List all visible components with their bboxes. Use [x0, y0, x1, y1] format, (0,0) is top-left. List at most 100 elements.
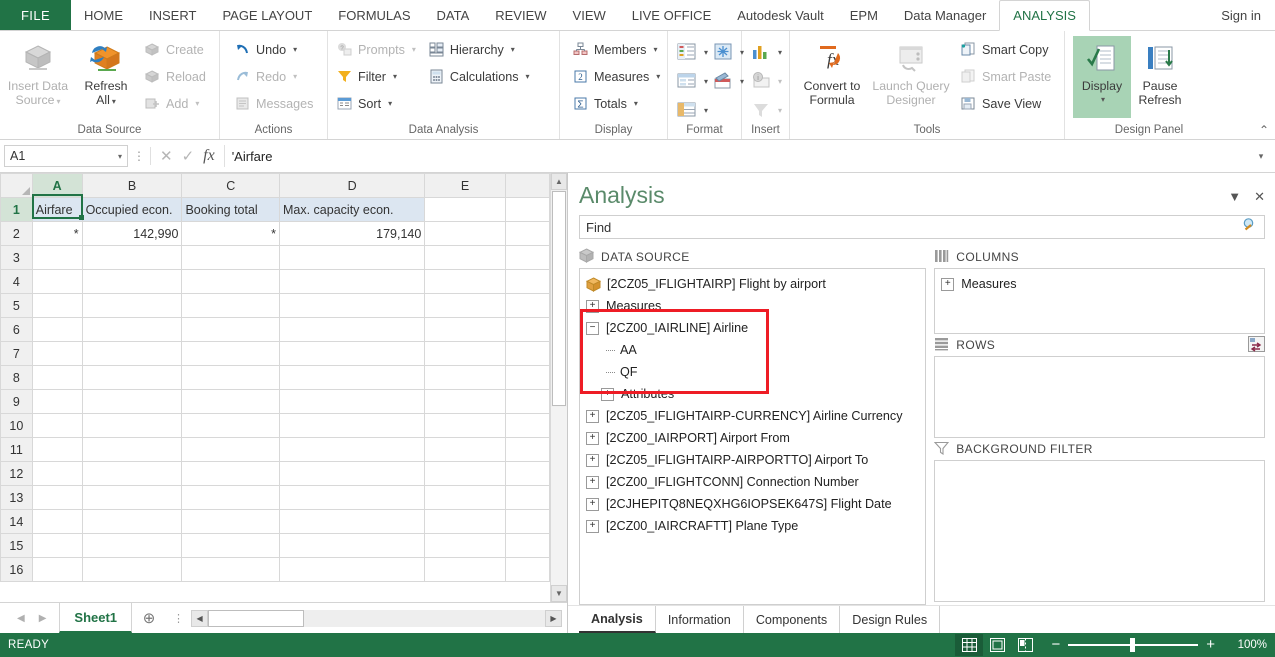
normal-view-icon[interactable] — [955, 634, 983, 656]
tab-page-layout[interactable]: PAGE LAYOUT — [209, 0, 325, 30]
cell-e13[interactable] — [425, 486, 505, 510]
column-header-f[interactable] — [505, 174, 549, 198]
insert-chart-dropdown[interactable]: ▾ — [778, 48, 782, 57]
row-header-7[interactable]: 7 — [1, 342, 33, 366]
cell-f8[interactable] — [505, 366, 549, 390]
cell-f10[interactable] — [505, 414, 549, 438]
horizontal-scroll-thumb[interactable] — [208, 610, 304, 627]
expand-plus-icon[interactable]: + — [586, 520, 599, 533]
cell-f3[interactable] — [505, 246, 549, 270]
cell-f13[interactable] — [505, 486, 549, 510]
hierarchy-button[interactable]: Hierarchy ▾ — [424, 36, 534, 63]
columns-item-measures[interactable]: + Measures — [935, 273, 1264, 295]
cell-c2[interactable]: * — [182, 222, 280, 246]
cell-b14[interactable] — [82, 510, 182, 534]
convert-to-formula-button[interactable]: fx Convert to Formula — [794, 36, 870, 110]
hscroll-left-icon[interactable]: ◀ — [191, 610, 208, 627]
tab-file[interactable]: FILE — [0, 0, 71, 30]
undo-button[interactable]: Undo ▾ — [230, 36, 317, 63]
cell-a5[interactable] — [32, 294, 82, 318]
cell-a15[interactable] — [32, 534, 82, 558]
vertical-scroll-thumb[interactable] — [552, 191, 566, 406]
members-button[interactable]: Members ▾ — [568, 36, 664, 63]
cell-b16[interactable] — [82, 558, 182, 582]
select-all-corner[interactable] — [1, 174, 33, 198]
cell-e9[interactable] — [425, 390, 505, 414]
cell-a10[interactable] — [32, 414, 82, 438]
cell-d10[interactable] — [280, 414, 425, 438]
page-layout-view-icon[interactable] — [983, 634, 1011, 656]
cell-a16[interactable] — [32, 558, 82, 582]
tab-autodesk-vault[interactable]: Autodesk Vault — [724, 0, 836, 30]
sign-in-link[interactable]: Sign in — [1207, 0, 1275, 30]
grid-holder[interactable]: A B C D E 1 Airfare Occupied econ. Booki… — [0, 173, 550, 602]
messages-button[interactable]: Messages — [230, 90, 317, 117]
cell-e5[interactable] — [425, 294, 505, 318]
smart-paste-button[interactable]: Smart Paste — [956, 63, 1055, 90]
cell-d11[interactable] — [280, 438, 425, 462]
cell-d15[interactable] — [280, 534, 425, 558]
row-header-14[interactable]: 14 — [1, 510, 33, 534]
cell-d4[interactable] — [280, 270, 425, 294]
cell-d2[interactable]: 179,140 — [280, 222, 425, 246]
panel-tab-design-rules[interactable]: Design Rules — [840, 606, 940, 633]
cell-c12[interactable] — [182, 462, 280, 486]
cell-b12[interactable] — [82, 462, 182, 486]
cell-e10[interactable] — [425, 414, 505, 438]
row-header-11[interactable]: 11 — [1, 438, 33, 462]
hscroll-right-icon[interactable]: ▶ — [545, 610, 562, 627]
panel-tab-components[interactable]: Components — [744, 606, 840, 633]
format-style-icon[interactable] — [672, 39, 702, 65]
cell-d14[interactable] — [280, 510, 425, 534]
cell-f6[interactable] — [505, 318, 549, 342]
row-header-1[interactable]: 1 — [1, 198, 33, 222]
tree-node-attributes[interactable]: + Attributes — [580, 383, 925, 405]
cell-c6[interactable] — [182, 318, 280, 342]
cell-d5[interactable] — [280, 294, 425, 318]
tab-insert[interactable]: INSERT — [136, 0, 209, 30]
cell-e15[interactable] — [425, 534, 505, 558]
cell-d16[interactable] — [280, 558, 425, 582]
expand-plus-icon[interactable]: + — [586, 498, 599, 511]
scroll-down-icon[interactable]: ▼ — [551, 585, 567, 602]
page-break-view-icon[interactable] — [1011, 634, 1039, 656]
tab-live-office[interactable]: LIVE OFFICE — [619, 0, 724, 30]
cell-a12[interactable] — [32, 462, 82, 486]
tab-view[interactable]: VIEW — [560, 0, 619, 30]
create-button[interactable]: Create — [140, 36, 210, 63]
zoom-level-label[interactable]: 100% — [1223, 639, 1267, 651]
tree-node-airline[interactable]: − [2CZ00_IAIRLINE] Airline — [580, 317, 925, 339]
cell-b13[interactable] — [82, 486, 182, 510]
cell-d13[interactable] — [280, 486, 425, 510]
data-source-tree-box[interactable]: [2CZ05_IFLIGHTAIRP] Flight by airport + … — [579, 268, 926, 605]
sheet-tab-sheet1[interactable]: Sheet1 — [59, 603, 132, 633]
sheet-nav-arrows[interactable]: ◀ ▶ — [4, 613, 59, 624]
cell-c15[interactable] — [182, 534, 280, 558]
cell-b8[interactable] — [82, 366, 182, 390]
cell-e6[interactable] — [425, 318, 505, 342]
cell-f5[interactable] — [505, 294, 549, 318]
cell-f1[interactable] — [505, 198, 549, 222]
expand-plus-icon[interactable]: + — [586, 432, 599, 445]
formula-bar-grip[interactable]: ⋮ — [128, 149, 150, 163]
cell-d9[interactable] — [280, 390, 425, 414]
zoom-out-icon[interactable]: − — [1051, 639, 1060, 651]
format-cells-icon[interactable] — [672, 97, 702, 123]
format-cells-dropdown[interactable]: ▾ — [704, 106, 708, 115]
cell-f4[interactable] — [505, 270, 549, 294]
cell-e7[interactable] — [425, 342, 505, 366]
row-header-8[interactable]: 8 — [1, 366, 33, 390]
row-header-6[interactable]: 6 — [1, 318, 33, 342]
row-header-3[interactable]: 3 — [1, 246, 33, 270]
tab-analysis[interactable]: ANALYSIS — [999, 0, 1090, 31]
pause-refresh-button[interactable]: Pause Refresh — [1131, 36, 1189, 118]
name-box-chevron-down-icon[interactable]: ▾ — [118, 152, 122, 161]
cell-c11[interactable] — [182, 438, 280, 462]
cell-e12[interactable] — [425, 462, 505, 486]
zoom-slider[interactable] — [1068, 644, 1198, 646]
cell-e1[interactable] — [425, 198, 505, 222]
cell-a9[interactable] — [32, 390, 82, 414]
launch-query-designer-button[interactable]: Launch Query Designer — [870, 36, 952, 110]
cell-a11[interactable] — [32, 438, 82, 462]
cell-a7[interactable] — [32, 342, 82, 366]
